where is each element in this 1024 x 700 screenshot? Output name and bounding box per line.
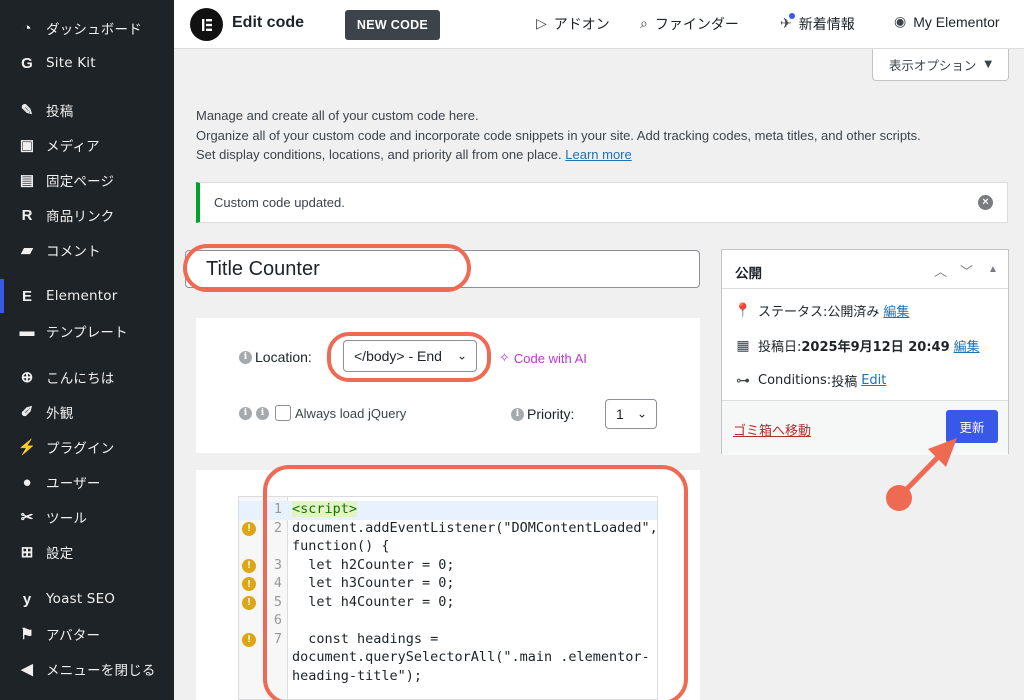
jquery-option: i i Always load jQuery xyxy=(239,405,406,421)
media-icon: ▣ xyxy=(19,137,35,154)
wrench-icon: ✂ xyxy=(20,509,34,526)
user-circle-icon: ◉ xyxy=(894,14,907,30)
collapse-toggle-icon[interactable]: ▲ xyxy=(988,264,998,275)
sidebar-item-media[interactable]: ▣ メディア xyxy=(0,128,174,162)
play-icon: ▷ xyxy=(536,16,547,32)
warning-icon: ! xyxy=(242,595,256,610)
megaphone-icon: ✈ xyxy=(780,13,795,32)
whats-new-link[interactable]: ✈ 新着情報 xyxy=(780,13,855,34)
site-kit-icon: G xyxy=(21,54,33,72)
sidebar-item-site-kit[interactable]: G Site Kit xyxy=(0,46,174,80)
info-icon: i xyxy=(239,350,252,364)
settings-icon: ⊞ xyxy=(20,544,34,561)
pin-icon: 📍 xyxy=(734,302,752,319)
info-icon: i xyxy=(239,406,252,420)
warning-icon: ! xyxy=(242,632,256,647)
success-notice: Custom code updated. × xyxy=(196,182,1008,223)
page-icon: ▤ xyxy=(19,172,35,189)
publish-date-row: ▦ 投稿日: 2025年9月12日 20:49 編集 xyxy=(734,336,980,356)
sidebar-item-comments[interactable]: ▰ コメント xyxy=(0,233,174,267)
elementor-logo-icon[interactable] xyxy=(190,8,223,41)
publish-status-row: 📍 ステータス: 公開済み 編集 xyxy=(734,301,910,321)
search-icon: ⌕ xyxy=(640,16,648,32)
elementor-topbar: Edit code NEW CODE ▷ アドオン ⌕ ファインダー ✈ 新着情報 ◉… xyxy=(174,0,1024,49)
new-code-button[interactable]: NEW CODE xyxy=(345,10,440,40)
sparkle-icon: ✧ xyxy=(499,350,510,365)
sidebar-item-elementor[interactable]: E Elementor xyxy=(0,279,174,313)
learn-more-link[interactable]: Learn more xyxy=(565,147,631,162)
move-to-trash-link[interactable]: ゴミ箱へ移動 xyxy=(733,420,811,439)
sidebar-item-appearance[interactable]: ✐ 外観 xyxy=(0,395,174,429)
code-highlight-annotation xyxy=(263,465,688,700)
priority-select[interactable]: 1 ⌄ xyxy=(605,399,657,429)
page-title: Edit code xyxy=(232,14,305,31)
publish-actions: ゴミ箱へ移動 更新 xyxy=(722,400,1008,455)
avatar-icon: ⚑ xyxy=(20,626,34,643)
sidebar-item-tools[interactable]: ✂ ツール xyxy=(0,500,174,534)
finder-link[interactable]: ⌕ ファインダー xyxy=(640,14,739,34)
code-with-ai-link[interactable]: ✧ Code with AI xyxy=(499,350,587,366)
collapse-icon: ◀ xyxy=(21,661,33,678)
sidebar-item-plugins[interactable]: ⚡ プラグイン xyxy=(0,430,174,464)
info-icon: i xyxy=(256,406,269,420)
caret-down-icon: ▼ xyxy=(984,59,993,70)
sidebar-item-users[interactable]: ● ユーザー xyxy=(0,465,174,499)
priority-label: i Priority: xyxy=(511,406,574,422)
sidebar-item-hello[interactable]: ⊕ こんにちは xyxy=(0,360,174,394)
publish-box-header: 公開 ︿ ﹀ ▲ xyxy=(722,250,1008,289)
sidebar-item-dashboard[interactable]: ◔ ダッシュボード xyxy=(0,11,174,45)
sidebar-item-product-links[interactable]: R 商品リンク xyxy=(0,198,174,232)
sidebar-item-posts[interactable]: ✎ 投稿 xyxy=(0,93,174,127)
dashboard-icon: ◔ xyxy=(22,19,32,37)
folder-icon: ▬ xyxy=(19,322,35,340)
publish-box: 公開 ︿ ﹀ ▲ 📍 ステータス: 公開済み 編集 ▦ 投稿日: 2025年9月12日… xyxy=(721,249,1009,455)
comment-icon: ▰ xyxy=(21,242,33,259)
edit-conditions-link[interactable]: Edit xyxy=(861,373,886,388)
edit-date-link[interactable]: 編集 xyxy=(954,336,980,355)
my-elementor-link[interactable]: ◉ My Elementor xyxy=(894,14,1000,30)
jquery-checkbox[interactable] xyxy=(275,405,291,421)
pin-icon: ✎ xyxy=(20,102,34,119)
title-highlight-annotation xyxy=(183,244,471,292)
location-label: i Location: xyxy=(239,349,312,365)
elementor-icon: E xyxy=(21,287,32,305)
dismiss-notice-icon[interactable]: × xyxy=(978,195,993,210)
screen-options-button[interactable]: 表示オプション ▼ xyxy=(872,49,1009,81)
update-button[interactable]: 更新 xyxy=(946,410,998,443)
sidebar-item-pages[interactable]: ▤ 固定ページ xyxy=(0,163,174,197)
brush-icon: ✐ xyxy=(20,404,34,421)
warning-icon: ! xyxy=(242,577,256,591)
admin-sidebar: ◔ ダッシュボード G Site Kit ✎ 投稿 ▣ メディア ▤ 固定ページ R 商品リ… xyxy=(0,0,174,700)
sidebar-item-settings[interactable]: ⊞ 設定 xyxy=(0,535,174,569)
user-icon: ● xyxy=(22,473,32,491)
plus-circle-icon: ⊕ xyxy=(20,369,34,386)
addons-link[interactable]: ▷ アドオン xyxy=(536,14,610,34)
chevron-down-icon[interactable]: ﹀ xyxy=(960,261,973,280)
warning-icon: ! xyxy=(242,558,256,573)
sidebar-item-templates[interactable]: ▬ テンプレート xyxy=(0,314,174,348)
info-icon: i xyxy=(511,407,524,421)
warning-icon: ! xyxy=(242,521,256,536)
chevron-up-icon[interactable]: ︿ xyxy=(934,261,947,280)
edit-status-link[interactable]: 編集 xyxy=(883,301,909,320)
sidebar-item-avatar[interactable]: ⚑ アバター xyxy=(0,617,174,651)
calendar-icon: ▦ xyxy=(736,337,750,354)
yoast-icon: y xyxy=(22,590,32,608)
sidebar-item-yoast[interactable]: y Yoast SEO xyxy=(0,582,174,616)
location-highlight-annotation xyxy=(327,332,491,382)
sidebar-item-collapse[interactable]: ◀ メニューを閉じる xyxy=(0,652,174,686)
intro-text: Manage and create all of your custom cod… xyxy=(196,108,921,162)
sitemap-icon: ⊶ xyxy=(736,372,750,389)
plugin-icon: ⚡ xyxy=(17,439,37,456)
publish-conditions-row: ⊶ Conditions: 投稿 Edit xyxy=(736,372,887,391)
chevron-down-icon: ⌄ xyxy=(636,406,647,421)
product-link-icon: R xyxy=(21,206,33,224)
